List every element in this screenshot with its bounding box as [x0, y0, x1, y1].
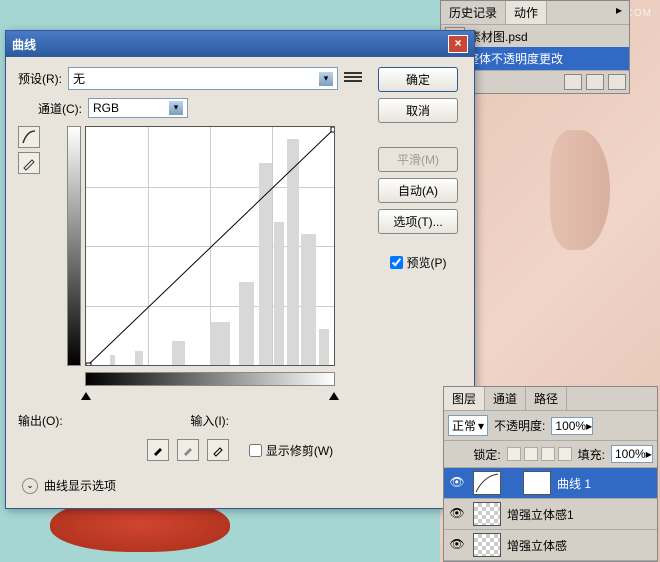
history-filename: 素材图.psd	[469, 28, 528, 45]
opacity-input[interactable]: 100%▸	[551, 417, 593, 435]
lock-move-icon[interactable]	[541, 447, 555, 461]
options-button[interactable]: 选项(T)...	[378, 209, 458, 234]
opacity-label: 不透明度:	[494, 417, 545, 434]
layer-row[interactable]: 👁 曲线 1	[444, 468, 657, 499]
lock-paint-icon[interactable]	[524, 447, 538, 461]
show-clip-label: 显示修剪(W)	[266, 442, 333, 459]
input-slider[interactable]	[85, 392, 335, 404]
cancel-button[interactable]: 取消	[378, 98, 458, 123]
input-label: 输入(I):	[190, 412, 229, 429]
titlebar[interactable]: 曲线 ×	[6, 31, 474, 57]
expand-icon[interactable]: ⌄	[22, 478, 38, 494]
curve-graph[interactable]	[85, 126, 335, 366]
layer-thumb	[473, 502, 501, 526]
curve-tool-pencil[interactable]	[18, 152, 40, 174]
lock-all-icon[interactable]	[558, 447, 572, 461]
visibility-icon[interactable]: 👁	[447, 506, 467, 522]
layer-thumb	[473, 471, 501, 495]
trash-icon[interactable]	[608, 74, 626, 90]
visibility-icon[interactable]: 👁	[447, 537, 467, 553]
black-point-handle[interactable]	[81, 392, 91, 400]
lock-label: 锁定:	[473, 446, 500, 463]
history-step-label: 整体不透明度更改	[467, 50, 563, 67]
auto-button[interactable]: 自动(A)	[378, 178, 458, 203]
preview-label: 预览(P)	[407, 254, 447, 271]
channel-value: RGB	[93, 101, 119, 115]
output-label: 输出(O):	[18, 412, 63, 429]
preset-label: 预设(R):	[18, 70, 62, 87]
preview-checkbox[interactable]	[390, 256, 403, 269]
layer-name: 曲线 1	[557, 475, 591, 492]
curves-dialog: 曲线 × 预设(R): 无 ▾ 通道(C): RGB ▾	[5, 30, 475, 509]
panel-menu-icon[interactable]: ▸	[611, 3, 627, 17]
smooth-button: 平滑(M)	[378, 147, 458, 172]
channel-label: 通道(C):	[38, 100, 82, 117]
show-clip-checkbox[interactable]	[249, 444, 262, 457]
tab-layers[interactable]: 图层	[444, 387, 485, 410]
display-options-label[interactable]: 曲线显示选项	[44, 477, 116, 494]
layers-panel: 图层 通道 路径 正常▾ 不透明度: 100%▸ 锁定: 填充: 100%▸ 👁…	[443, 386, 658, 562]
layer-row[interactable]: 👁 增强立体感1	[444, 499, 657, 530]
layer-name: 增强立体感1	[507, 506, 574, 523]
eyedropper-black[interactable]	[147, 439, 169, 461]
dialog-title: 曲线	[12, 36, 36, 53]
layer-name: 增强立体感	[507, 537, 567, 554]
tab-actions[interactable]: 动作	[506, 1, 547, 24]
visibility-icon[interactable]: 👁	[447, 475, 467, 491]
blend-mode-combo[interactable]: 正常▾	[448, 415, 488, 436]
input-gradient	[85, 372, 335, 386]
layer-row[interactable]: 👁 增强立体感	[444, 530, 657, 561]
preset-menu-icon[interactable]	[344, 72, 362, 86]
preset-combo[interactable]: 无 ▾	[68, 67, 338, 90]
preset-value: 无	[73, 70, 85, 87]
curve-diagonal	[86, 127, 334, 365]
white-point-handle[interactable]	[329, 392, 339, 400]
tab-history[interactable]: 历史记录	[441, 1, 506, 24]
chevron-down-icon: ▾	[169, 101, 183, 115]
ok-button[interactable]: 确定	[378, 67, 458, 92]
eyedropper-gray[interactable]	[177, 439, 199, 461]
channel-combo[interactable]: RGB ▾	[88, 98, 188, 118]
fill-label: 填充:	[578, 446, 605, 463]
close-icon[interactable]: ×	[448, 35, 468, 53]
eyedropper-white[interactable]	[207, 439, 229, 461]
fill-input[interactable]: 100%▸	[611, 445, 653, 463]
tab-channels[interactable]: 通道	[485, 387, 526, 410]
lock-transparent-icon[interactable]	[507, 447, 521, 461]
curve-tool-point[interactable]	[18, 126, 40, 148]
new-doc-icon[interactable]	[586, 74, 604, 90]
mask-thumb	[523, 471, 551, 495]
layer-thumb	[473, 533, 501, 557]
tab-paths[interactable]: 路径	[526, 387, 567, 410]
output-gradient	[67, 126, 81, 366]
chevron-down-icon: ▾	[319, 72, 333, 86]
new-snapshot-icon[interactable]	[564, 74, 582, 90]
